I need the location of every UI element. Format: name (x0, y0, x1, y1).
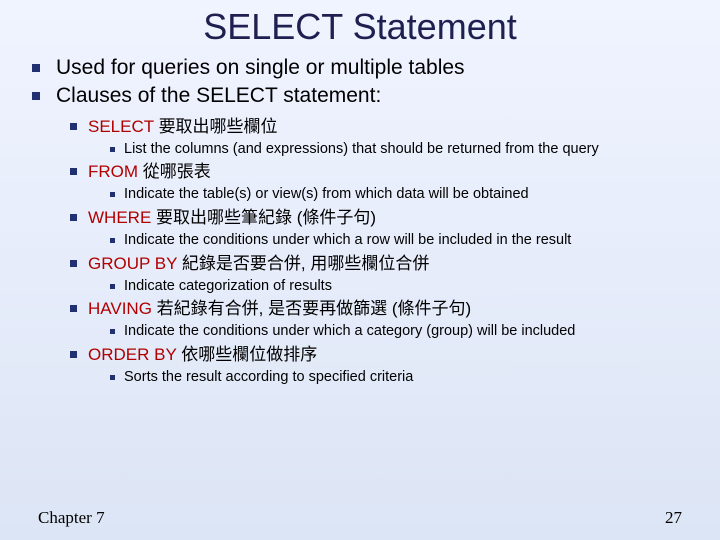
zh-from: 從哪張表 (143, 162, 211, 181)
footer-page: 27 (665, 508, 682, 528)
kw-orderby: ORDER BY (88, 345, 177, 364)
clause-orderby: ORDER BY 依哪些欄位做排序 Sorts the result accor… (66, 344, 692, 388)
clause-select: SELECT 要取出哪些欄位 List the columns (and exp… (66, 116, 692, 160)
kw-select: SELECT (88, 117, 154, 136)
zh-where: 要取出哪些筆紀錄 (條件子句) (156, 208, 376, 227)
bullet-clauses: Clauses of the SELECT statement: SELECT … (28, 82, 692, 387)
zh-groupby: 紀錄是否要合併, 用哪些欄位合併 (182, 254, 429, 273)
main-bullets: Used for queries on single or multiple t… (28, 54, 692, 388)
clause-from: FROM 從哪張表 Indicate the table(s) or view(… (66, 161, 692, 205)
kw-from: FROM (88, 162, 138, 181)
kw-where: WHERE (88, 208, 151, 227)
bullet-clauses-label: Clauses of the SELECT statement: (56, 84, 381, 107)
clause-where: WHERE 要取出哪些筆紀錄 (條件子句) Indicate the condi… (66, 207, 692, 251)
bullet-used-for: Used for queries on single or multiple t… (28, 54, 692, 81)
desc-select: List the columns (and expressions) that … (106, 140, 692, 160)
clause-list: SELECT 要取出哪些欄位 List the columns (and exp… (66, 116, 692, 388)
kw-groupby: GROUP BY (88, 254, 177, 273)
zh-having: 若紀錄有合併, 是否要再做篩選 (條件子句) (157, 299, 472, 318)
kw-having: HAVING (88, 299, 152, 318)
desc-groupby: Indicate categorization of results (106, 277, 692, 297)
clause-groupby: GROUP BY 紀錄是否要合併, 用哪些欄位合併 Indicate categ… (66, 253, 692, 297)
zh-select: 要取出哪些欄位 (159, 117, 278, 136)
slide: SELECT Statement Used for queries on sin… (0, 0, 720, 540)
desc-where: Indicate the conditions under which a ro… (106, 231, 692, 251)
desc-having: Indicate the conditions under which a ca… (106, 322, 692, 342)
slide-title: SELECT Statement (28, 0, 692, 54)
clause-having: HAVING 若紀錄有合併, 是否要再做篩選 (條件子句) Indicate t… (66, 298, 692, 342)
desc-orderby: Sorts the result according to specified … (106, 368, 692, 388)
desc-from: Indicate the table(s) or view(s) from wh… (106, 185, 692, 205)
zh-orderby: 依哪些欄位做排序 (181, 345, 317, 364)
footer-chapter: Chapter 7 (38, 508, 105, 528)
